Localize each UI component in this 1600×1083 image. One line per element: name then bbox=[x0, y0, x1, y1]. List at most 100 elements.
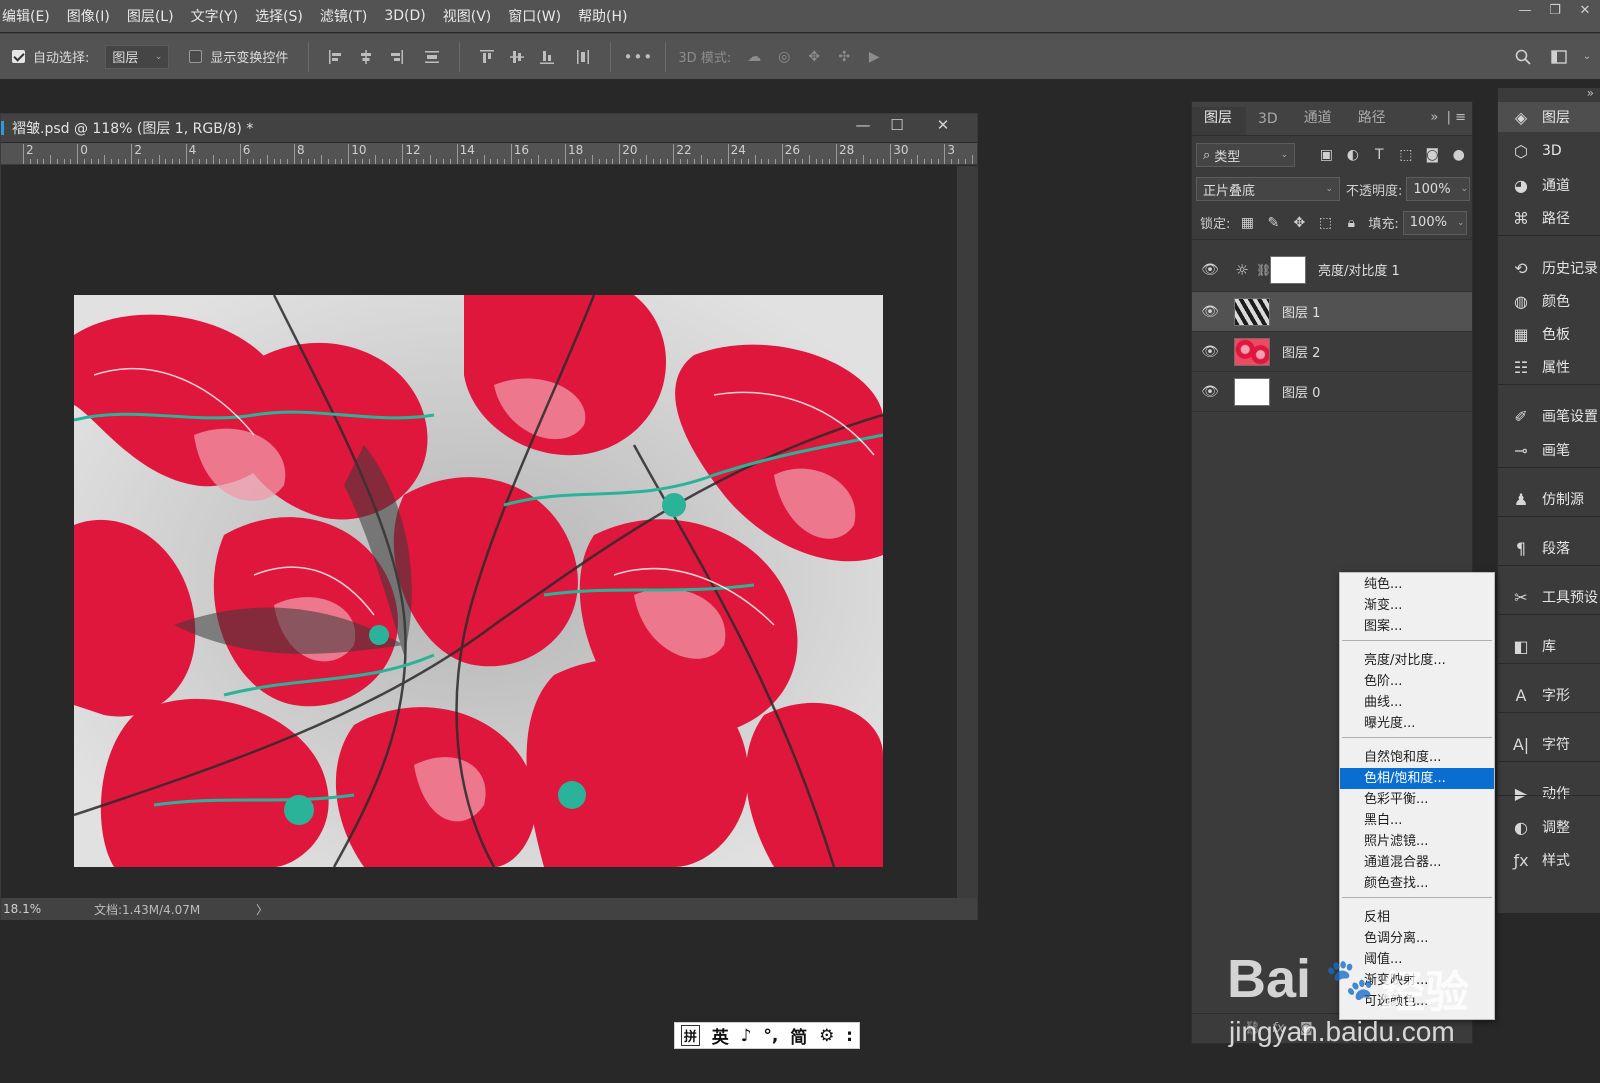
dock-item-brush-settings[interactable]: ✐ 画笔设置 bbox=[1498, 401, 1600, 431]
dock-item-paths[interactable]: ⌘ 路径 bbox=[1498, 203, 1600, 233]
menu-view[interactable]: 视图(V) bbox=[441, 6, 501, 26]
lock-all-icon[interactable]: 🔒︎ bbox=[1338, 215, 1364, 231]
dock-item-libraries[interactable]: ◧ 库 bbox=[1498, 631, 1600, 661]
menu-item[interactable]: 曲线... bbox=[1340, 692, 1494, 713]
layer-row[interactable]: 👁︎ ☼ ⛓ 亮度/对比度 1 bbox=[1192, 248, 1472, 292]
ime-settings-icon[interactable]: ⚙ bbox=[819, 1026, 834, 1046]
dock-item-styles[interactable]: ƒx 样式 bbox=[1498, 845, 1600, 875]
menu-item[interactable]: 反相 bbox=[1340, 907, 1494, 928]
dock-item-layers[interactable]: ◈ 图层 bbox=[1498, 102, 1600, 132]
visibility-eye-icon[interactable]: 👁︎ bbox=[1192, 384, 1228, 400]
pan-3d-icon[interactable]: ✥ bbox=[803, 46, 825, 68]
filter-toggle-icon[interactable]: ● bbox=[1446, 147, 1472, 163]
dock-item-properties[interactable]: ☷ 属性 bbox=[1498, 352, 1600, 382]
layer-row[interactable]: 👁︎ 图层 1 bbox=[1192, 292, 1472, 332]
align-right-icon[interactable] bbox=[385, 46, 407, 68]
doc-close-button[interactable]: ✕ bbox=[931, 116, 955, 134]
layer-thumbnail[interactable] bbox=[1234, 337, 1270, 366]
layer-row[interactable]: 👁︎ 图层 0 bbox=[1192, 372, 1472, 412]
menu-type[interactable]: 文字(Y) bbox=[189, 6, 247, 26]
lock-transparent-icon[interactable]: ▦ bbox=[1234, 215, 1260, 231]
menu-item[interactable]: 色阶... bbox=[1340, 671, 1494, 692]
align-top-icon[interactable] bbox=[476, 46, 498, 68]
ime-punctuation[interactable]: °, bbox=[763, 1026, 778, 1046]
menu-item[interactable]: 自然饱和度... bbox=[1340, 747, 1494, 768]
canvas-area[interactable] bbox=[1, 166, 977, 898]
menu-item[interactable]: 黑白... bbox=[1340, 810, 1494, 831]
collapse-dock-icon[interactable]: » bbox=[1587, 86, 1594, 100]
menu-item[interactable]: 可选颜色... bbox=[1340, 991, 1494, 1012]
zoom-level[interactable]: 18.1% bbox=[1, 902, 56, 916]
align-bottom-icon[interactable] bbox=[536, 46, 558, 68]
visibility-eye-icon[interactable]: 👁︎ bbox=[1192, 304, 1228, 320]
dock-item-glyphs[interactable]: A 字形 bbox=[1498, 680, 1600, 710]
lock-position-icon[interactable]: ✥ bbox=[1286, 215, 1312, 231]
auto-select-target-dropdown[interactable]: 图层 ⌄ bbox=[105, 44, 170, 69]
dock-item-cube[interactable]: ⬡ 3D bbox=[1498, 136, 1600, 166]
search-icon[interactable] bbox=[1512, 46, 1534, 68]
slide-3d-icon[interactable]: ✣ bbox=[833, 46, 855, 68]
menu-item[interactable]: 阈值... bbox=[1340, 949, 1494, 970]
visibility-eye-icon[interactable]: 👁︎ bbox=[1192, 344, 1228, 360]
ime-simplified[interactable]: 简 bbox=[790, 1023, 807, 1048]
menu-item[interactable]: 色调分离... bbox=[1340, 928, 1494, 949]
status-menu-arrow[interactable]: 〉 bbox=[256, 901, 268, 918]
menu-item[interactable]: 通道混合器... bbox=[1340, 852, 1494, 873]
roll-3d-icon[interactable]: ◎ bbox=[773, 46, 795, 68]
menu-item[interactable]: 颜色查找... bbox=[1340, 873, 1494, 894]
restore-button[interactable]: ❐ bbox=[1540, 0, 1570, 24]
menu-item[interactable]: 照片滤镜... bbox=[1340, 831, 1494, 852]
close-app-button[interactable]: ✕ bbox=[1570, 0, 1600, 24]
align-horizontal-center-icon[interactable] bbox=[355, 46, 377, 68]
fill-input[interactable]: 100% ⌄ bbox=[1402, 210, 1467, 235]
menu-item[interactable]: 亮度/对比度... bbox=[1340, 650, 1494, 671]
canvas-image[interactable] bbox=[74, 295, 883, 867]
auto-select-checkbox[interactable] bbox=[12, 50, 25, 63]
tab-3d[interactable]: 3D bbox=[1246, 111, 1292, 135]
filter-type-dropdown[interactable]: ⌕ 类型 ⌄ bbox=[1196, 143, 1296, 167]
link-chain-icon[interactable]: ⛓ bbox=[1256, 263, 1271, 277]
lock-artboard-icon[interactable]: ⬚ bbox=[1312, 215, 1338, 231]
filter-smart-object-icon[interactable]: ◙ bbox=[1419, 147, 1445, 163]
dock-item-actions[interactable]: ▶ 动作 bbox=[1498, 778, 1600, 808]
filter-pixel-icon[interactable]: ▣ bbox=[1313, 147, 1339, 163]
layer-row[interactable]: 👁︎ 图层 2 bbox=[1192, 332, 1472, 372]
tab-layers[interactable]: 图层 bbox=[1192, 107, 1246, 135]
menu-window[interactable]: 窗口(W) bbox=[506, 6, 570, 26]
menu-item[interactable]: 色相/饱和度... bbox=[1340, 768, 1494, 789]
show-transform-checkbox[interactable] bbox=[189, 50, 203, 63]
layer-thumbnail[interactable] bbox=[1234, 297, 1270, 326]
menu-item[interactable]: 曝光度... bbox=[1340, 713, 1494, 734]
menu-3d[interactable]: 3D(D) bbox=[382, 8, 434, 24]
menu-item[interactable]: 渐变映射... bbox=[1340, 970, 1494, 991]
menu-image[interactable]: 图像(I) bbox=[65, 6, 119, 26]
ime-pinyin[interactable]: 拼 bbox=[680, 1025, 700, 1046]
panel-menu-icon[interactable]: » | ≡ bbox=[1430, 110, 1466, 125]
orbit-3d-icon[interactable]: ☁ bbox=[743, 46, 765, 68]
doc-minimize-button[interactable]: — bbox=[851, 116, 875, 134]
lock-image-icon[interactable]: ✎ bbox=[1260, 215, 1286, 231]
filter-adjustment-icon[interactable]: ◐ bbox=[1340, 147, 1366, 163]
distribute-vertical-icon[interactable] bbox=[572, 46, 594, 68]
ime-more[interactable]: : bbox=[846, 1026, 853, 1046]
dock-item-history[interactable]: ⟲ 历史记录 bbox=[1498, 253, 1600, 283]
menu-layer[interactable]: 图层(L) bbox=[125, 6, 183, 26]
ime-english[interactable]: 英 bbox=[712, 1023, 729, 1048]
menu-filter[interactable]: 滤镜(T) bbox=[318, 6, 376, 26]
distribute-icon[interactable] bbox=[421, 46, 443, 68]
chevron-down-icon[interactable]: ⌄ bbox=[1576, 46, 1598, 68]
dock-item-swatches[interactable]: ▦ 色板 bbox=[1498, 319, 1600, 349]
blend-mode-dropdown[interactable]: 正片叠底 ⌄ bbox=[1196, 177, 1340, 201]
tab-channels[interactable]: 通道 bbox=[1292, 107, 1346, 135]
vertical-scrollbar[interactable] bbox=[957, 166, 977, 898]
link-layers-icon[interactable]: ⛓ bbox=[1244, 1021, 1272, 1036]
dock-item-tool-presets[interactable]: ✂ 工具预设 bbox=[1498, 582, 1600, 612]
dock-item-adjustments[interactable]: ◐ 调整 bbox=[1498, 812, 1600, 842]
workspace-icon[interactable] bbox=[1548, 46, 1570, 68]
menu-help[interactable]: 帮助(H) bbox=[576, 6, 636, 26]
align-vertical-center-icon[interactable] bbox=[506, 46, 528, 68]
minimize-button[interactable]: — bbox=[1510, 0, 1540, 24]
dock-item-brush[interactable]: ⊸ 画笔 bbox=[1498, 435, 1600, 465]
ime-moon-icon[interactable]: ♪ bbox=[741, 1026, 752, 1046]
menu-item[interactable]: 渐变... bbox=[1340, 595, 1494, 616]
